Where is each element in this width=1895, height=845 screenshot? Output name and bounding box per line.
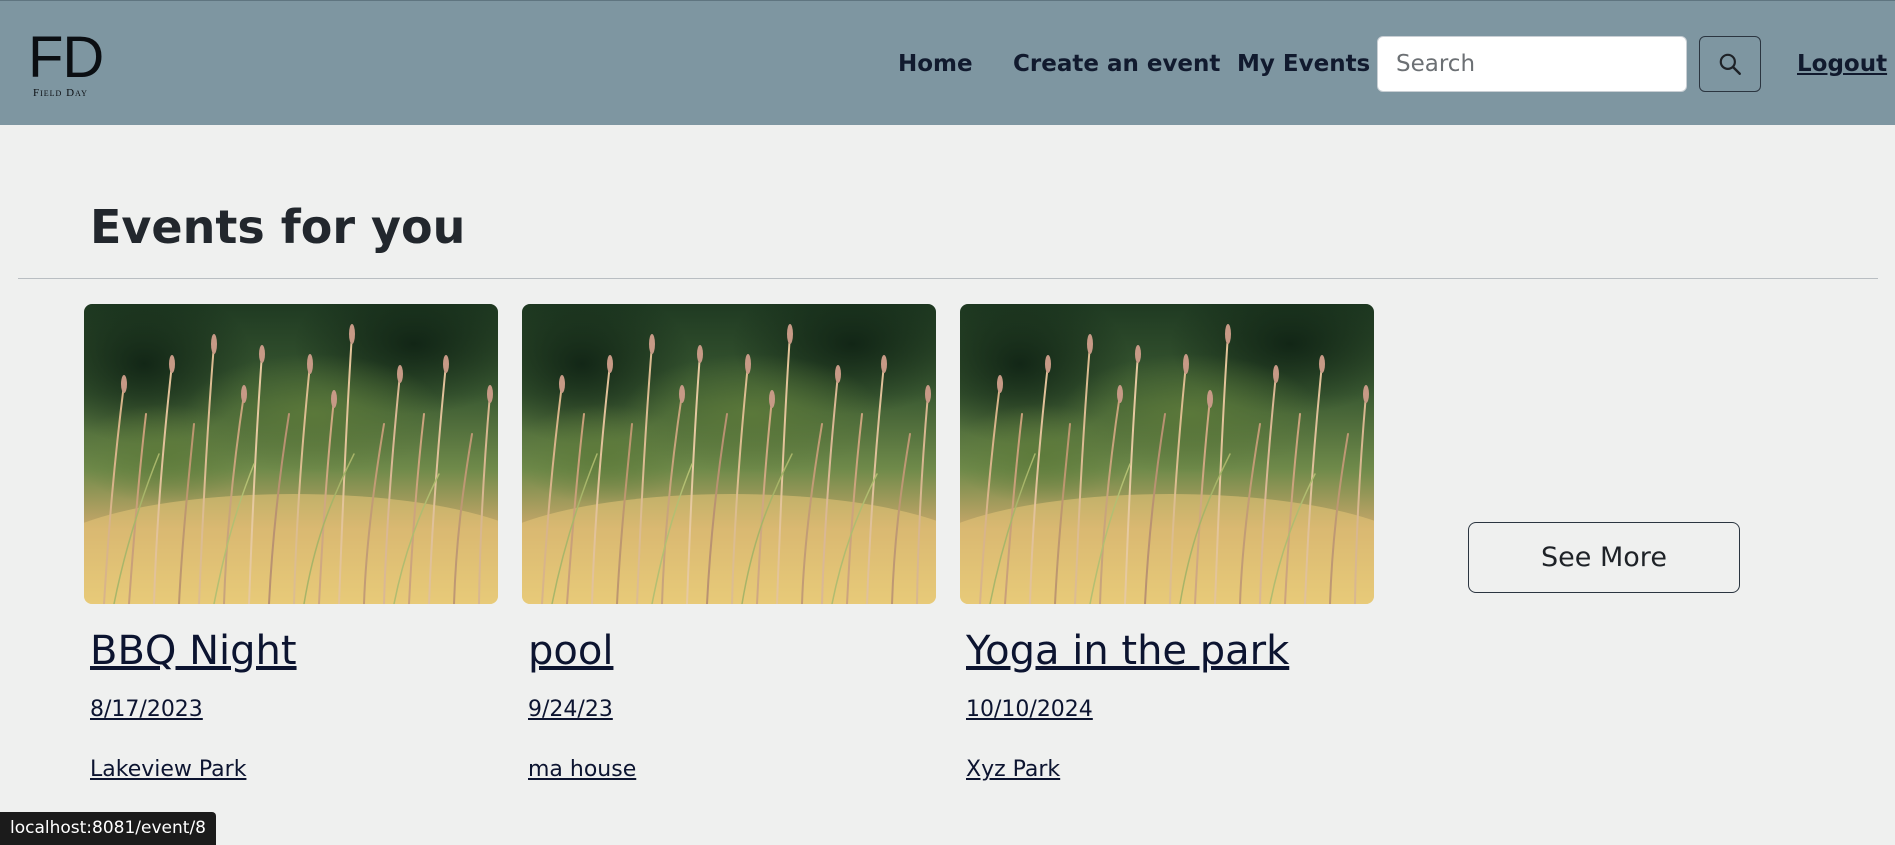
event-location-link[interactable]: Xyz Park: [966, 757, 1060, 782]
search-input[interactable]: [1377, 36, 1687, 92]
navbar: FD Field Day Home Create an event My Eve…: [0, 0, 1895, 125]
search-icon: [1719, 53, 1741, 75]
logout-link[interactable]: Logout: [1797, 51, 1887, 77]
event-date-link[interactable]: 10/10/2024: [966, 697, 1093, 722]
event-title-link[interactable]: BBQ Night: [90, 628, 297, 674]
section-divider: [18, 278, 1878, 279]
link-preview-statusbar: localhost:8081/event/8: [0, 812, 216, 845]
nav-create-event-link[interactable]: Create an event: [1013, 51, 1220, 77]
event-location-link[interactable]: Lakeview Park: [90, 757, 246, 782]
event-date-link[interactable]: 9/24/23: [528, 697, 613, 722]
event-title-link[interactable]: Yoga in the park: [966, 628, 1289, 674]
event-location-link[interactable]: ma house: [528, 757, 636, 782]
event-card-image[interactable]: [522, 304, 936, 604]
logo-initials: FD: [28, 25, 104, 90]
nav-my-events-link[interactable]: My Events: [1237, 51, 1370, 77]
page-title: Events for you: [90, 200, 466, 254]
brand-logo[interactable]: FD Field Day: [28, 27, 112, 101]
search-button[interactable]: [1699, 36, 1761, 92]
event-card-image[interactable]: [84, 304, 498, 604]
event-card-image[interactable]: [960, 304, 1374, 604]
see-more-button[interactable]: See More: [1468, 522, 1740, 593]
event-date-link[interactable]: 8/17/2023: [90, 697, 203, 722]
logo-wordmark: Field Day: [33, 87, 88, 99]
event-title-link[interactable]: pool: [528, 628, 613, 674]
nav-home-link[interactable]: Home: [898, 51, 973, 77]
